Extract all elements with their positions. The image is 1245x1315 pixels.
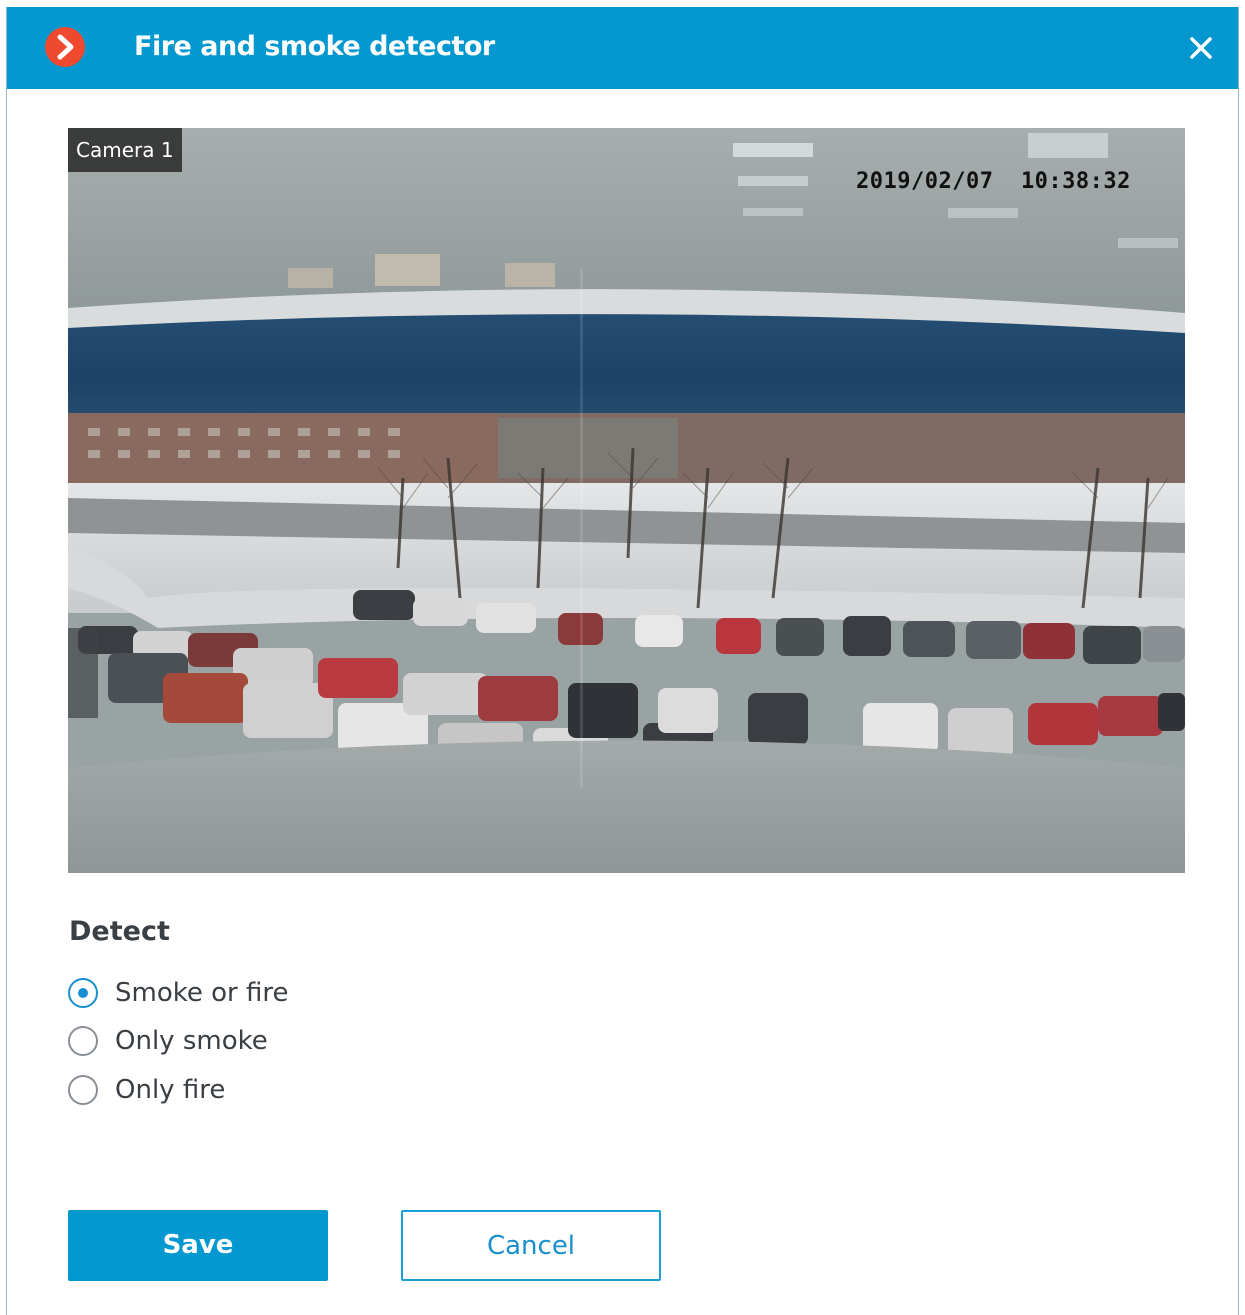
radio-button[interactable]	[68, 1075, 98, 1105]
close-icon[interactable]	[1186, 33, 1216, 63]
detect-section-label: Detect	[69, 916, 170, 947]
video-timestamp-overlay: 2019/02/07 10:38:32	[856, 169, 1131, 194]
save-button[interactable]: Save	[68, 1210, 328, 1281]
camera-frame-image	[68, 128, 1185, 873]
dialog-titlebar: Fire and smoke detector	[7, 7, 1238, 89]
radio-label: Only fire	[115, 1075, 226, 1105]
cancel-button[interactable]: Cancel	[401, 1210, 661, 1281]
fire-smoke-detector-dialog: Fire and smoke detector Camera 1 2019/02…	[6, 7, 1239, 1315]
radio-button[interactable]	[68, 1026, 98, 1056]
radio-option-only-fire[interactable]: Only fire	[68, 1070, 225, 1110]
dialog-title: Fire and smoke detector	[134, 31, 495, 62]
radio-button-checked[interactable]	[68, 978, 98, 1008]
radio-option-smoke-or-fire[interactable]: Smoke or fire	[68, 973, 288, 1013]
camera-video-preview: Camera 1 2019/02/07 10:38:32	[68, 128, 1185, 873]
radio-label: Only smoke	[115, 1026, 268, 1056]
camera-name-label: Camera 1	[68, 128, 182, 172]
app-logo-icon	[45, 27, 85, 67]
radio-label: Smoke or fire	[115, 978, 289, 1008]
radio-option-only-smoke[interactable]: Only smoke	[68, 1021, 268, 1061]
